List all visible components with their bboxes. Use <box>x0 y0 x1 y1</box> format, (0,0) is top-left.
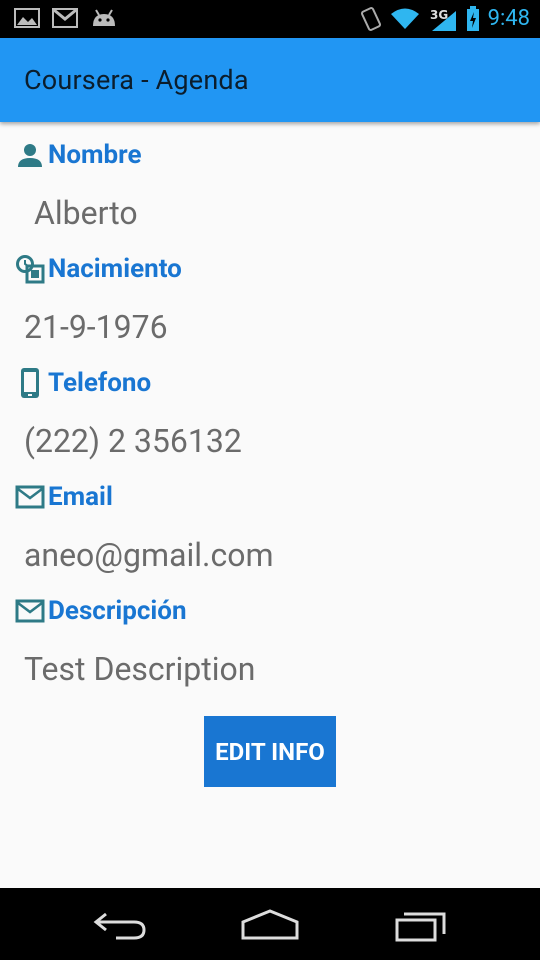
field-label-telefono: Telefono <box>14 367 151 399</box>
phone-icon <box>14 367 46 399</box>
value-descripcion: Test Description <box>24 650 256 688</box>
gmail-icon <box>52 8 78 28</box>
app-title: Coursera - Agenda <box>24 64 249 96</box>
android-icon <box>90 8 118 28</box>
network-3g-icon: 3G <box>428 7 458 31</box>
field-label-nacimiento: Nacimiento <box>14 253 182 285</box>
label-email: Email <box>48 482 113 512</box>
calendar-clock-icon <box>14 253 46 285</box>
field-label-descripcion: Descripción <box>14 595 187 627</box>
gallery-icon <box>14 8 40 28</box>
field-label-email: Email <box>14 481 113 513</box>
label-nacimiento: Nacimiento <box>48 254 182 284</box>
app-bar: Coursera - Agenda <box>0 38 540 122</box>
edit-info-button[interactable]: EDIT INFO <box>204 716 336 787</box>
person-icon <box>14 139 46 171</box>
clock: 9:48 <box>487 6 530 31</box>
value-email: aneo@gmail.com <box>24 536 274 574</box>
label-telefono: Telefono <box>48 368 152 398</box>
status-bar: 3G 9:48 <box>0 0 540 38</box>
label-nombre: Nombre <box>48 140 142 170</box>
navigation-bar <box>0 888 540 960</box>
value-nacimiento: 21-9-1976 <box>24 308 168 346</box>
value-nombre: Alberto <box>34 194 138 232</box>
label-descripcion: Descripción <box>48 596 187 626</box>
field-label-nombre: Nombre <box>14 139 142 171</box>
recents-icon[interactable] <box>394 908 450 946</box>
email-icon <box>14 481 46 513</box>
rotation-icon <box>360 6 382 32</box>
home-icon[interactable] <box>240 908 300 946</box>
battery-icon <box>466 6 480 32</box>
back-icon[interactable] <box>92 908 148 944</box>
value-telefono: (222) 2 356132 <box>24 422 242 460</box>
email-icon <box>14 595 46 627</box>
wifi-icon <box>390 7 420 31</box>
